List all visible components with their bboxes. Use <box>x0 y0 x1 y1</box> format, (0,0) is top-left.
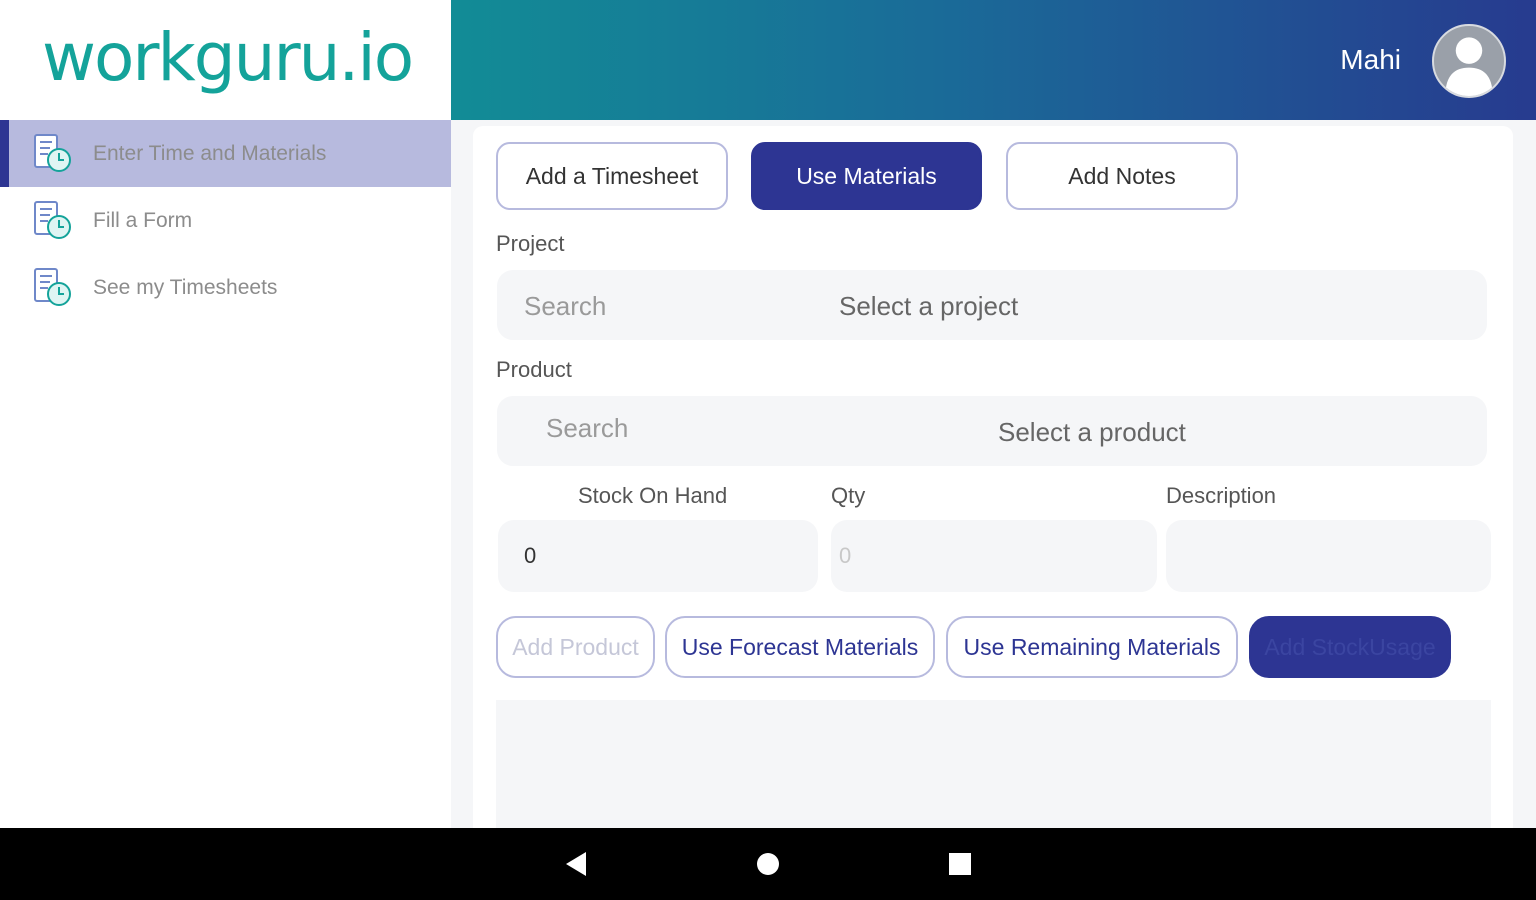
use-remaining-materials-button[interactable]: Use Remaining Materials <box>946 616 1238 678</box>
avatar[interactable] <box>1432 24 1506 98</box>
sidebar-item-see-timesheets[interactable]: See my Timesheets <box>0 254 451 321</box>
product-select-placeholder: Select a product <box>998 417 1186 447</box>
back-triangle-icon[interactable] <box>558 846 594 882</box>
sidebar: workguru.io Enter Time and Materials Fil… <box>0 0 451 828</box>
tab-add-timesheet[interactable]: Add a Timesheet <box>496 142 728 210</box>
project-select-placeholder: Select a project <box>839 291 1019 321</box>
system-nav-bar <box>0 828 1536 900</box>
timesheet-icon <box>34 200 71 239</box>
stock-on-hand-label: Stock On Hand <box>578 483 728 508</box>
sidebar-item-fill-form[interactable]: Fill a Form <box>0 187 451 254</box>
sidebar-item-label: Enter Time and Materials <box>93 141 327 165</box>
app-root: workguru.io Enter Time and Materials Fil… <box>0 0 1536 900</box>
workguru-logo: workguru.io <box>42 19 414 96</box>
qty-input[interactable]: 0 <box>831 520 1157 592</box>
add-stock-usage-button[interactable]: Add StockUsage <box>1249 616 1451 678</box>
timesheet-icon <box>34 267 71 306</box>
stock-on-hand-field: 0 <box>498 520 818 592</box>
product-select[interactable]: Search Select a product <box>497 396 1487 466</box>
tab-use-materials[interactable]: Use Materials <box>751 142 982 210</box>
description-label: Description <box>1166 483 1277 508</box>
materials-list <box>496 700 1491 828</box>
qty-placeholder: 0 <box>839 543 852 568</box>
project-label: Project <box>496 231 565 256</box>
user-avatar-icon <box>1445 37 1493 96</box>
stock-on-hand-value: 0 <box>524 543 537 568</box>
description-input[interactable] <box>1166 520 1491 592</box>
timesheet-icon <box>34 133 71 172</box>
sidebar-item-label: See my Timesheets <box>93 275 278 299</box>
project-select[interactable]: Search Select a project <box>497 270 1487 340</box>
product-label: Product <box>496 357 572 382</box>
project-search-input[interactable]: Search <box>524 291 606 322</box>
user-name: Mahi <box>1340 44 1401 75</box>
sidebar-item-enter-time-materials[interactable]: Enter Time and Materials <box>0 120 451 187</box>
product-search-input[interactable]: Search <box>546 413 628 444</box>
sidebar-nav: Enter Time and Materials Fill a Form See… <box>0 120 451 321</box>
qty-label: Qty <box>831 483 866 508</box>
use-forecast-materials-button[interactable]: Use Forecast Materials <box>665 616 935 678</box>
home-circle-icon[interactable] <box>750 846 786 882</box>
add-product-button[interactable]: Add Product <box>496 616 655 678</box>
tab-add-notes[interactable]: Add Notes <box>1006 142 1238 210</box>
recents-square-icon[interactable] <box>942 846 978 882</box>
top-header: Mahi <box>451 0 1536 120</box>
sidebar-item-label: Fill a Form <box>93 208 193 232</box>
